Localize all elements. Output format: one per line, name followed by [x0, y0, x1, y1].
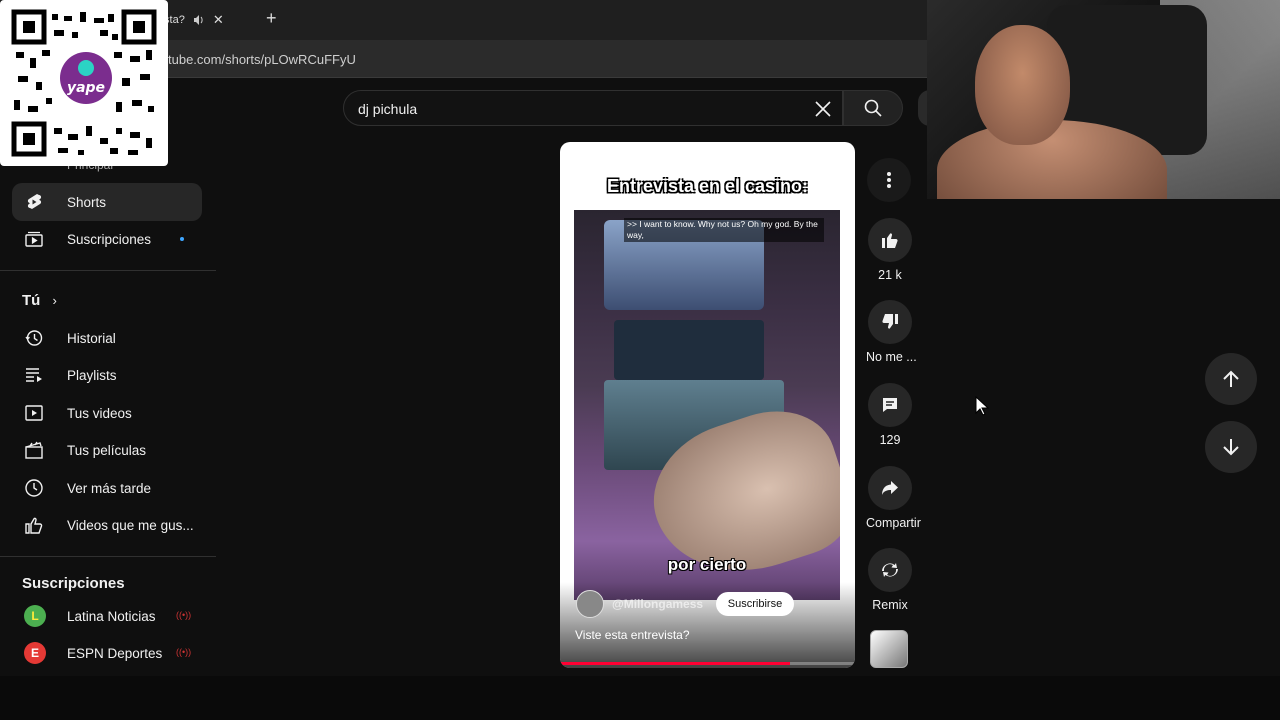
thumbs-down-icon	[882, 314, 898, 329]
sidebar-item-latina-noticias[interactable]: L Latina Noticias ((•))	[12, 597, 202, 635]
sidebar-item-watch-later[interactable]: Ver más tarde	[12, 469, 202, 507]
short-caption: Entrevista en el casino:	[606, 176, 809, 196]
playlists-icon	[26, 368, 42, 382]
sidebar-item-espn-deportes[interactable]: E ESPN Deportes ((•))	[12, 634, 202, 672]
sidebar-item-playlists[interactable]: Playlists	[12, 356, 202, 394]
sidebar-item-label: Shorts	[67, 194, 107, 210]
history-icon	[25, 330, 43, 346]
live-icon: ((•))	[176, 647, 192, 657]
watch-later-icon	[25, 479, 43, 497]
subscriptions-section-title: Suscripciones	[22, 575, 125, 592]
sidebar-item-label: Playlists	[67, 367, 117, 383]
video-subtitle: >> I want to know. Why not us? Oh my god…	[624, 218, 824, 243]
liked-videos-icon	[25, 517, 43, 534]
sidebar-item-label: Tus videos	[67, 405, 132, 421]
sidebar-item-label: Tus películas	[67, 442, 147, 458]
new-content-dot	[180, 237, 184, 241]
sound-thumbnail[interactable]	[870, 630, 908, 668]
svg-text:yape: yape	[67, 80, 105, 96]
sidebar-item-label: Suscripciones	[67, 231, 152, 247]
dislike-button[interactable]	[868, 300, 912, 344]
more-vert-icon	[887, 172, 891, 188]
video-frame[interactable]: >> I want to know. Why not us? Oh my god…	[574, 210, 840, 600]
sidebar-item-history[interactable]: Historial	[12, 319, 202, 357]
short-player[interactable]: Entrevista en el casino: >> I want to kn…	[560, 142, 855, 668]
comments-action: 129	[866, 383, 914, 447]
sidebar-item-subscriptions[interactable]: Suscripciones	[12, 220, 202, 258]
burned-subtitle: por cierto	[667, 555, 747, 574]
previous-short-button[interactable]	[1205, 353, 1257, 405]
latina-avatar: L	[24, 605, 46, 627]
sidebar-item-label: ESPN Deportes	[67, 645, 163, 661]
subscriptions-icon	[25, 231, 43, 247]
remix-button[interactable]	[868, 548, 912, 592]
search-icon	[864, 99, 882, 117]
channel-handle[interactable]: @Millongamess	[612, 597, 703, 611]
webcam-overlay	[927, 0, 1280, 199]
sidebar-divider	[0, 270, 216, 271]
speaker-icon[interactable]	[193, 14, 205, 26]
comments-button[interactable]	[868, 383, 912, 427]
like-action: 21 k	[866, 218, 914, 282]
like-count: 21 k	[878, 268, 902, 282]
next-short-button[interactable]	[1205, 421, 1257, 473]
your-videos-icon	[25, 405, 43, 421]
webcam-person-head	[975, 25, 1070, 145]
screen: { "browser": { "tab_title": "evista?", "…	[0, 0, 1280, 720]
remix-icon	[882, 563, 898, 577]
slot-machine-panel	[614, 320, 764, 380]
url-text[interactable]: tube.com/shorts/pLOwRCuFFyU	[168, 52, 356, 67]
sidebar-item-label: Historial	[67, 330, 116, 346]
taskbar-strip	[0, 676, 1280, 720]
sidebar-item-your-videos[interactable]: Tus videos	[12, 394, 202, 432]
espn-avatar: E	[24, 642, 46, 664]
sidebar-item-liked-videos[interactable]: Videos que me gus...	[12, 506, 202, 544]
comment-count: 129	[879, 433, 901, 447]
you-section-label: Tú	[22, 292, 41, 309]
sidebar-divider	[0, 556, 216, 557]
share-action: Compartir	[866, 466, 921, 530]
search-button[interactable]	[843, 90, 903, 126]
subscribe-button[interactable]: Suscribirse	[716, 592, 794, 616]
remix-label: Remix	[872, 598, 908, 612]
share-button[interactable]	[868, 466, 912, 510]
you-section-title[interactable]: Tú ›	[22, 292, 57, 309]
close-tab-icon[interactable]: ✕	[213, 12, 224, 28]
overlay-gradient	[560, 582, 855, 668]
dislike-label: No me ...	[866, 350, 917, 364]
shorts-icon	[27, 194, 42, 209]
sidebar-item-movies[interactable]: Tus películas	[12, 431, 202, 469]
share-icon	[882, 481, 898, 495]
clear-search-icon[interactable]	[812, 98, 834, 120]
dislike-action: No me ...	[866, 300, 917, 364]
movies-icon	[25, 441, 43, 459]
thumbs-up-icon	[882, 233, 898, 248]
arrow-up-icon	[1223, 370, 1239, 387]
comment-icon	[883, 398, 897, 412]
progress-fill	[560, 662, 791, 665]
search-box[interactable]: dj pichula	[343, 90, 843, 126]
live-icon: ((•))	[176, 610, 192, 620]
new-tab-button[interactable]: +	[266, 8, 277, 29]
sidebar-item-label: Latina Noticias	[67, 608, 156, 624]
channel-avatar[interactable]	[576, 590, 604, 618]
remix-action: Remix	[866, 548, 914, 612]
arrow-down-icon	[1223, 439, 1239, 456]
sidebar-item-shorts[interactable]: Shorts	[12, 183, 202, 221]
short-title[interactable]: Viste esta entrevista?	[575, 628, 690, 642]
share-label: Compartir	[866, 516, 921, 530]
mouse-cursor-icon	[975, 396, 989, 416]
sidebar: Principal Shorts Suscripciones Tú › Hist…	[0, 150, 216, 690]
sidebar-item-label: Videos que me gus...	[67, 517, 194, 533]
yape-qr-code: yape	[0, 0, 168, 166]
progress-bar[interactable]	[560, 662, 855, 665]
more-options-button[interactable]	[867, 158, 911, 202]
sidebar-item-label: Ver más tarde	[67, 480, 152, 496]
search-input[interactable]: dj pichula	[358, 101, 417, 117]
chevron-right-icon: ›	[52, 293, 57, 308]
like-button[interactable]	[868, 218, 912, 262]
